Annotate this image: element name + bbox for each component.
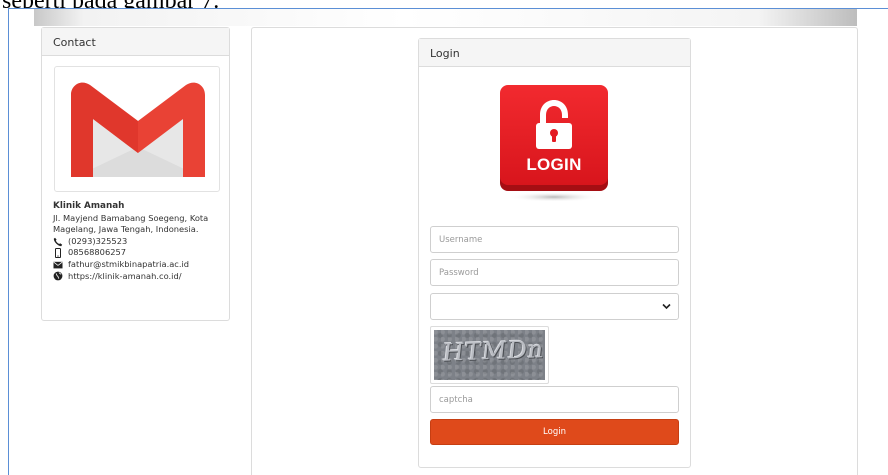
captcha-image: HTMDn (434, 330, 545, 380)
contact-panel-title: Contact (42, 28, 229, 56)
captcha-input[interactable] (430, 386, 679, 413)
mobile-phone-icon (55, 248, 61, 259)
role-select[interactable] (430, 293, 679, 320)
login-panel-title: Login (419, 39, 690, 67)
login-icon-label: LOGIN (526, 155, 582, 174)
phone-row: (0293)325523 (53, 236, 229, 248)
captcha-text: HTMDn (441, 335, 545, 367)
login-lock-image: LOGIN (500, 85, 608, 205)
chevron-down-icon (662, 303, 671, 310)
gmail-logo-image (54, 66, 220, 192)
padlock-icon (500, 85, 608, 202)
website-url[interactable]: https://klinik-amanah.co.id/ (68, 271, 182, 283)
clinic-address: Jl. Mayjend Bamabang Soegeng, Kota Magel… (53, 212, 209, 235)
gmail-icon (61, 73, 215, 187)
username-input[interactable] (430, 226, 679, 253)
phone-icon (53, 237, 63, 246)
email-address: fathur@stmikbinapatria.ac.id (68, 258, 190, 269)
envelope-icon (53, 261, 63, 269)
top-banner-bar (34, 9, 857, 26)
website-row: https://klinik-amanah.co.id/ (53, 271, 229, 283)
phone-number: (0293)325523 (68, 235, 128, 246)
mobile-row: 08568806257 (53, 247, 229, 259)
email-row: fathur@stmikbinapatria.ac.id (53, 259, 229, 271)
captcha-image-box: HTMDn (430, 326, 549, 384)
clinic-name: Klinik Amanah (53, 201, 125, 211)
contact-info: Klinik Amanah Jl. Mayjend Bamabang Soege… (53, 201, 229, 282)
contact-panel: Contact Klinik Amanah Jl. Mayjend Bamaba… (41, 27, 230, 321)
login-button[interactable]: Login (430, 419, 679, 445)
globe-icon (53, 271, 63, 281)
mobile-number: 08568806257 (68, 247, 127, 258)
login-panel: Login LOGIN Username HTMDn captcha Login (418, 38, 691, 468)
password-input[interactable] (430, 259, 679, 286)
